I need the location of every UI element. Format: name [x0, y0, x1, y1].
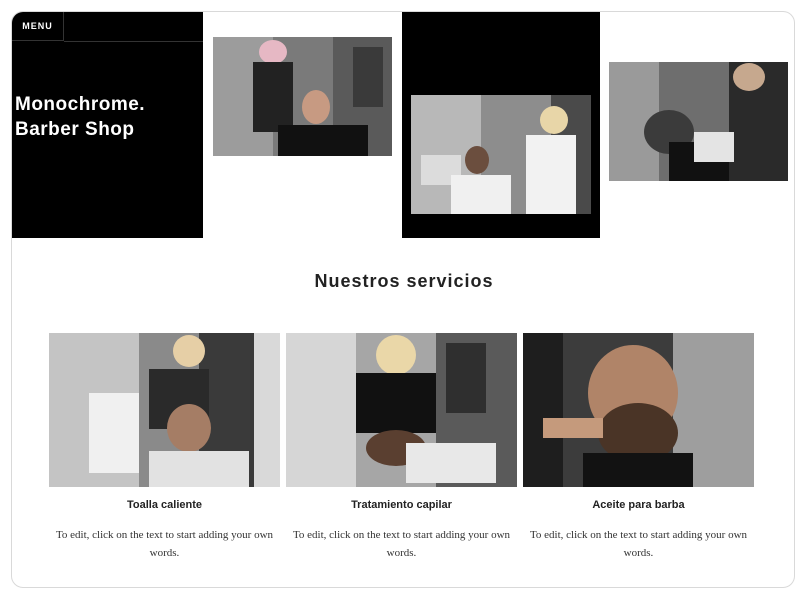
hero-panel: MENU Monochrome. Barber Shop	[12, 12, 203, 238]
site-title: Monochrome. Barber Shop	[15, 92, 200, 142]
hair-treatment-photo	[286, 333, 517, 487]
service-text[interactable]: To edit, click on the text to start addi…	[523, 526, 754, 562]
service-card-hair: Tratamiento capilar To edit, click on th…	[286, 333, 517, 562]
menu-button[interactable]: MENU	[12, 12, 64, 41]
service-card-oil: Aceite para barba To edit, click on the …	[523, 333, 754, 562]
barber-shave-photo	[609, 62, 788, 181]
service-title: Tratamiento capilar	[351, 499, 452, 511]
hot-towel-photo	[49, 333, 280, 487]
services-heading: Nuestros servicios	[314, 271, 494, 291]
site-title-line1: Monochrome.	[15, 94, 146, 115]
service-title: Aceite para barba	[592, 499, 685, 511]
barber-haircut-photo	[213, 37, 392, 156]
service-text[interactable]: To edit, click on the text to start addi…	[286, 526, 517, 562]
service-title: Toalla caliente	[127, 499, 202, 511]
header-divider	[64, 41, 203, 42]
site-title-line2: Barber Shop	[15, 119, 135, 140]
barber-trim-photo	[411, 95, 591, 214]
page-frame: MENU Monochrome. Barber Shop Nuestros se…	[11, 11, 795, 588]
service-card-towel: Toalla caliente To edit, click on the te…	[49, 333, 280, 562]
beard-oil-photo	[523, 333, 754, 487]
service-text[interactable]: To edit, click on the text to start addi…	[49, 526, 280, 562]
